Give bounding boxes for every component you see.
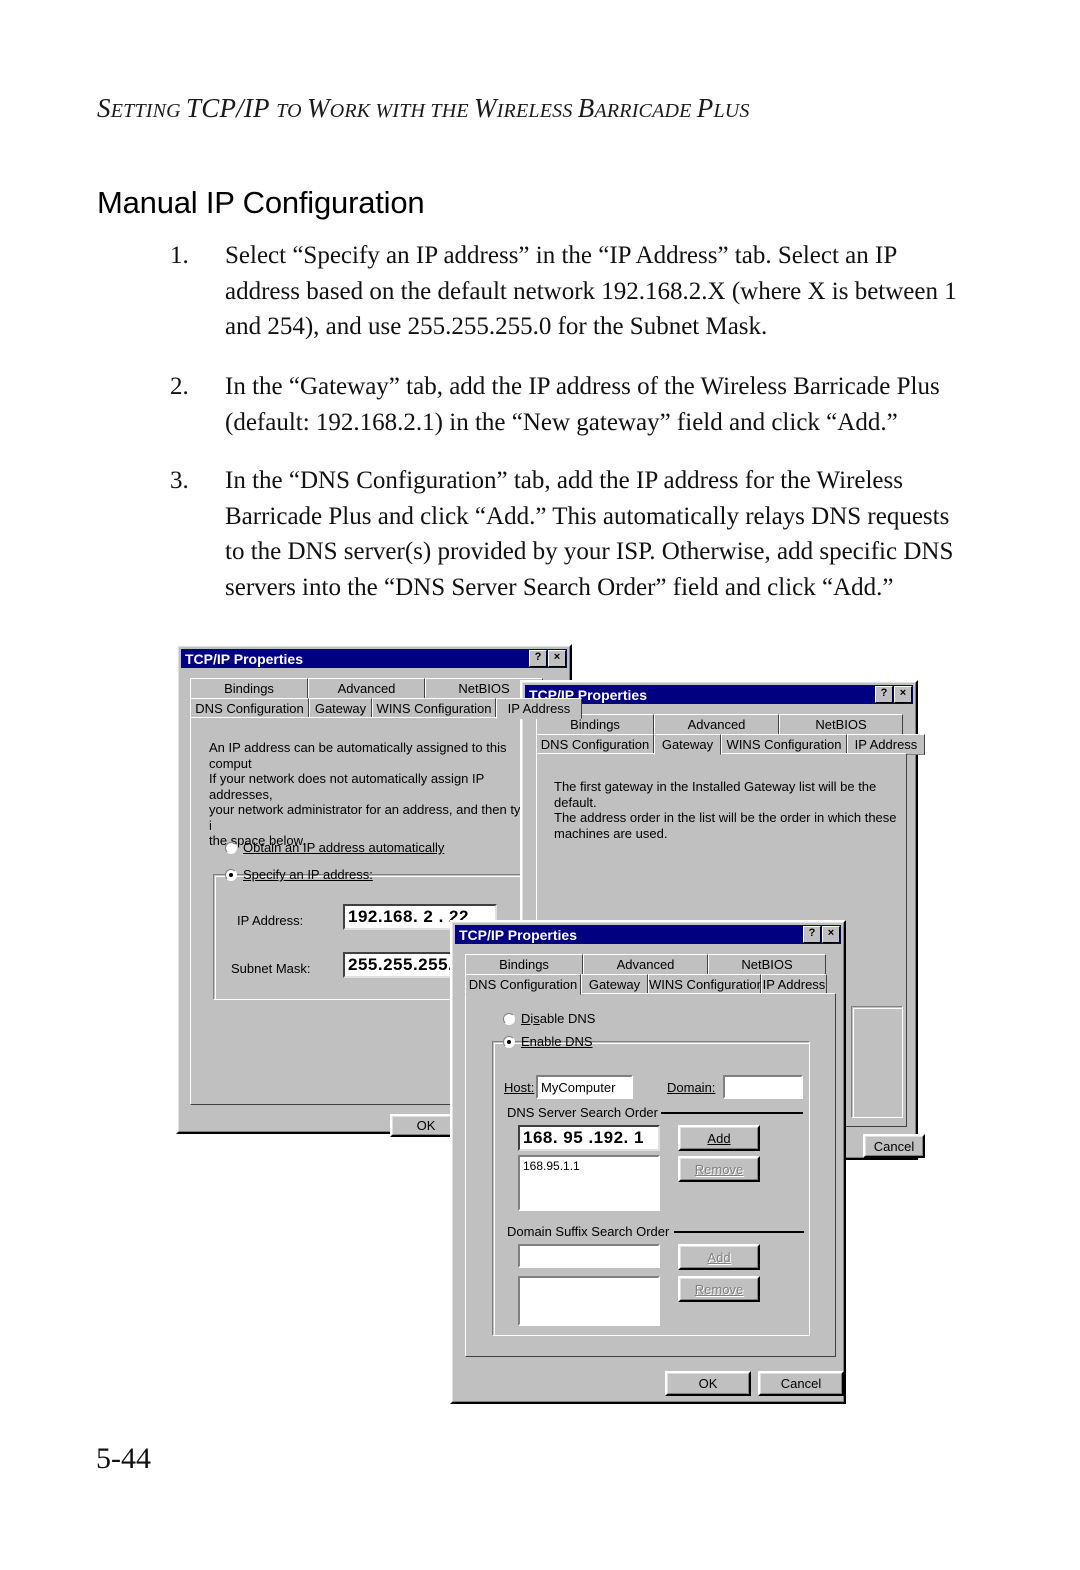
- radio-label: Disable DNS: [521, 1011, 596, 1026]
- tab-row-upper: Bindings Advanced NetBIOS: [465, 954, 826, 975]
- list-item-text: In the “DNS Configuration” tab, add the …: [225, 467, 954, 601]
- titlebar[interactable]: TCP/IP Properties ? ×: [181, 649, 567, 668]
- ip-description: An IP address can be automatically assig…: [209, 740, 546, 848]
- page-title: Manual IP Configuration: [97, 185, 425, 220]
- host-input[interactable]: MyComputer: [536, 1075, 633, 1099]
- radio-icon: [503, 1012, 515, 1025]
- tab-row-lower: DNS Configuration Gateway WINS Configura…: [536, 734, 925, 755]
- dialog-tcpip-dns-configuration: TCP/IP Properties ? × Bindings Advanced …: [450, 920, 846, 1404]
- installed-gateways-group: [851, 1006, 903, 1118]
- tab-dns-configuration[interactable]: DNS Configuration: [536, 734, 654, 755]
- close-icon[interactable]: ×: [822, 926, 840, 943]
- dns-add-button[interactable]: Add: [678, 1125, 760, 1151]
- page-number: 5-44: [96, 1442, 151, 1475]
- tab-row-lower: DNS Configuration Gateway WINS Configura…: [190, 698, 582, 719]
- suffix-add-button[interactable]: Add: [678, 1244, 760, 1270]
- tab-netbios[interactable]: NetBIOS: [779, 714, 903, 735]
- dns-search-order-rule: [657, 1112, 803, 1114]
- radio-icon: [503, 1035, 515, 1048]
- list-item: 2. In the “Gateway” tab, add the IP addr…: [170, 369, 980, 440]
- tab-wins-configuration[interactable]: WINS Configuration: [721, 734, 847, 755]
- tab-netbios[interactable]: NetBIOS: [708, 954, 826, 975]
- suffix-search-order-label: Domain Suffix Search Order: [504, 1224, 673, 1239]
- dns-server-input[interactable]: 168. 95 .192. 1: [518, 1125, 660, 1151]
- suffix-input[interactable]: [518, 1244, 660, 1268]
- dns-server-list[interactable]: 168.95.1.1: [518, 1155, 660, 1211]
- tab-bindings[interactable]: Bindings: [465, 954, 583, 975]
- ok-button[interactable]: OK: [665, 1371, 751, 1396]
- tab-ip-address[interactable]: IP Address: [847, 734, 925, 755]
- dns-remove-button[interactable]: Remove: [678, 1156, 760, 1182]
- subnet-mask-label: Subnet Mask:: [231, 961, 311, 976]
- tab-gateway[interactable]: Gateway: [309, 698, 372, 719]
- domain-label: Domain:: [667, 1080, 716, 1095]
- list-item: 3. In the “DNS Configuration” tab, add t…: [170, 463, 980, 605]
- radio-label: Obtain an IP address automatically: [243, 840, 445, 855]
- suffix-remove-button[interactable]: Remove: [678, 1276, 760, 1302]
- list-item-number: 3.: [170, 467, 189, 494]
- tab-ip-address[interactable]: IP Address: [761, 974, 827, 995]
- tab-wins-configuration[interactable]: WINS Configuration: [648, 974, 764, 995]
- cancel-button[interactable]: Cancel: [758, 1371, 844, 1396]
- tab-advanced[interactable]: Advanced: [308, 678, 425, 699]
- radio-obtain-ip-automatically[interactable]: Obtain an IP address automatically: [225, 840, 444, 855]
- radio-disable-dns[interactable]: Disable DNS: [503, 1011, 595, 1026]
- gateway-description: The first gateway in the Installed Gatew…: [554, 779, 897, 841]
- tab-dns-configuration[interactable]: DNS Configuration: [465, 974, 581, 995]
- tab-row-upper: Bindings Advanced NetBIOS: [190, 678, 543, 699]
- list-item-number: 1.: [170, 242, 189, 269]
- tab-ip-address[interactable]: IP Address: [496, 698, 582, 719]
- tab-advanced[interactable]: Advanced: [583, 954, 708, 975]
- close-icon[interactable]: ×: [894, 686, 912, 703]
- radio-label: Enable DNS: [521, 1034, 593, 1049]
- dns-search-order-label: DNS Server Search Order: [504, 1105, 661, 1120]
- suffix-list[interactable]: [518, 1276, 660, 1326]
- host-label: Host:: [504, 1080, 535, 1095]
- help-icon[interactable]: ?: [529, 650, 547, 667]
- dialog-title: TCP/IP Properties: [459, 926, 578, 943]
- close-icon[interactable]: ×: [548, 650, 566, 667]
- running-head: SETTING TCP/IP TO WORK WITH THE WIRELESS…: [97, 93, 750, 123]
- list-item-text: In the “Gateway” tab, add the IP address…: [225, 373, 940, 436]
- tab-wins-configuration[interactable]: WINS Configuration: [372, 698, 496, 719]
- cancel-button[interactable]: Cancel: [863, 1134, 925, 1158]
- list-item: 1. Select “Specify an IP address” in the…: [170, 238, 980, 345]
- tab-gateway[interactable]: Gateway: [581, 974, 648, 995]
- tab-gateway[interactable]: Gateway: [654, 734, 721, 755]
- radio-icon: [225, 868, 237, 881]
- help-icon[interactable]: ?: [875, 686, 893, 703]
- tab-page-dns: Disable DNS Enable DNS Host: MyComputer …: [465, 993, 836, 1357]
- titlebar[interactable]: TCP/IP Properties ? ×: [525, 685, 913, 704]
- list-item-text: Select “Specify an IP address” in the “I…: [225, 242, 957, 340]
- dialog-title: TCP/IP Properties: [185, 650, 304, 667]
- help-icon[interactable]: ?: [803, 926, 821, 943]
- tab-dns-configuration[interactable]: DNS Configuration: [190, 698, 309, 719]
- titlebar[interactable]: TCP/IP Properties ? ×: [455, 925, 841, 944]
- domain-input[interactable]: [723, 1075, 803, 1099]
- tab-bindings[interactable]: Bindings: [190, 678, 308, 699]
- suffix-search-order-rule: [674, 1231, 804, 1233]
- tab-row-lower: DNS Configuration Gateway WINS Configura…: [465, 974, 827, 995]
- ip-address-label: IP Address:: [237, 913, 304, 928]
- tab-row-upper: Bindings Advanced NetBIOS: [536, 714, 903, 735]
- list-item-number: 2.: [170, 373, 189, 400]
- radio-label: Specify an IP address:: [243, 867, 373, 882]
- radio-specify-ip-address[interactable]: Specify an IP address:: [225, 867, 373, 882]
- radio-enable-dns[interactable]: Enable DNS: [503, 1034, 593, 1049]
- list-item[interactable]: 168.95.1.1: [523, 1159, 658, 1173]
- tab-advanced[interactable]: Advanced: [654, 714, 779, 735]
- radio-icon: [225, 841, 237, 854]
